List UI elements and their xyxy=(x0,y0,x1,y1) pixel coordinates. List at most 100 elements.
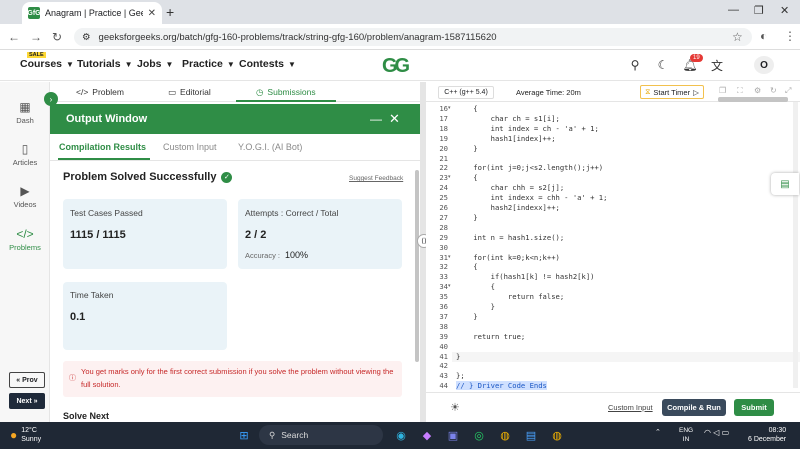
weather-widget[interactable]: ● 12°C Sunny xyxy=(10,426,41,444)
back-icon[interactable]: ← xyxy=(8,30,20,44)
edge-icon[interactable]: ◉ xyxy=(393,427,409,443)
bookmark-star-icon[interactable]: ☆ xyxy=(732,30,743,44)
dark-mode-icon[interactable]: ☾ xyxy=(655,57,671,73)
url-bar[interactable]: ⚙ geeksforgeeks.org/batch/gfg-160-proble… xyxy=(74,28,752,46)
prev-problem-button[interactable]: « Prov xyxy=(9,372,45,388)
site-favicon: GfG xyxy=(27,7,41,19)
profile-icon[interactable]: ◐ xyxy=(760,29,767,43)
browser-tab[interactable]: GfG Anagram | Practice | GeeksforG ✕ xyxy=(22,2,162,24)
fold-arrow-icon[interactable]: ▾ xyxy=(448,254,451,260)
close-tab-icon[interactable]: ✕ xyxy=(148,8,156,19)
settings-icon[interactable]: ⚙ xyxy=(754,86,761,95)
code-line: hash2[indexx]++; xyxy=(456,203,560,212)
expand-icon[interactable]: ⤢ xyxy=(785,86,791,96)
system-tray-chevron-icon[interactable]: ⌃ xyxy=(655,428,661,436)
user-avatar[interactable]: O xyxy=(754,56,774,74)
chrome-active-icon[interactable]: ◍ xyxy=(549,427,565,443)
close-window-icon[interactable]: ✕ xyxy=(780,4,789,17)
whatsapp-icon[interactable]: ◎ xyxy=(471,427,487,443)
submit-button[interactable]: Submit xyxy=(734,399,774,416)
tab-yogi-ai-bot[interactable]: Y.O.G.I. (AI Bot) xyxy=(238,142,302,152)
forward-icon[interactable]: → xyxy=(30,30,42,44)
timer-icon: ⧖ xyxy=(645,87,651,96)
windows-start-icon[interactable]: ⊞ xyxy=(236,427,252,443)
input-language[interactable]: ENG IN xyxy=(679,426,693,444)
line-number: 42 xyxy=(439,361,448,371)
line-number: 25 xyxy=(439,193,448,203)
line-number: 37 xyxy=(439,311,448,321)
code-line: for(int k=0;k<n;k++) xyxy=(456,252,560,262)
minimize-window-icon[interactable]: — xyxy=(728,4,739,16)
taskbar-clock[interactable]: 08:30 6 December xyxy=(748,426,786,444)
tab-problem[interactable]: </> Problem xyxy=(76,87,124,97)
taskbar-search[interactable]: ⚲ Search xyxy=(259,425,383,445)
tab-custom-input[interactable]: Custom Input xyxy=(163,142,217,152)
rail-item-problems[interactable]: </> Problems xyxy=(0,227,50,252)
code-line: char ch = s1[i]; xyxy=(456,113,560,123)
fold-arrow-icon[interactable]: ▾ xyxy=(448,174,451,180)
line-number: 36 xyxy=(439,302,448,311)
chat-icon[interactable]: ▤ xyxy=(771,173,799,195)
site-info-icon[interactable]: ⚙ xyxy=(82,32,91,43)
line-number: 24 xyxy=(439,183,448,193)
code-line: int index = ch - 'a' + 1; xyxy=(456,123,599,133)
start-timer-button[interactable]: ⧖ Start Timer ▷ xyxy=(640,85,704,99)
menu-practice[interactable]: Practice ▼ xyxy=(182,58,235,70)
tab-editorial[interactable]: ▭ Editorial xyxy=(168,87,211,98)
language-select[interactable]: C++ (g++ 5.4) xyxy=(438,86,494,99)
reload-icon[interactable]: ↻ xyxy=(52,30,62,44)
browser-menu-icon[interactable]: ⋮ xyxy=(784,29,796,43)
menu-courses[interactable]: Courses ▼ xyxy=(20,58,74,70)
suggest-feedback-link[interactable]: Suggest Feedback xyxy=(349,175,403,182)
weather-condition: Sunny xyxy=(21,436,42,443)
teams-icon[interactable]: ▣ xyxy=(445,427,461,443)
active-tab-indicator xyxy=(236,100,336,102)
line-number: 31 xyxy=(439,252,448,262)
code-icon: </> xyxy=(16,227,34,241)
fullscreen-icon[interactable]: ⛶ xyxy=(737,86,743,96)
code-line: hash1[index]++; xyxy=(456,133,556,143)
chrome-icon[interactable]: ◍ xyxy=(497,427,513,443)
next-problem-button[interactable]: Next » xyxy=(9,393,45,409)
info-icon: ⓘ xyxy=(69,375,76,382)
line-number: 35 xyxy=(439,292,448,302)
rail-item-articles[interactable]: ▯ Articles xyxy=(0,142,50,167)
code-editor[interactable] xyxy=(426,102,800,390)
copilot-icon[interactable]: ◆ xyxy=(419,427,435,443)
reset-icon[interactable]: ↻ xyxy=(770,86,777,95)
output-scrollbar[interactable] xyxy=(415,170,419,362)
theme-sun-icon[interactable]: ☀ xyxy=(450,401,460,414)
fold-arrow-icon[interactable]: ▾ xyxy=(448,105,451,111)
clock-icon: ◷ xyxy=(256,87,264,97)
wifi-volume-battery-icon[interactable]: ◠ ◁ ▭ xyxy=(704,428,729,437)
fold-arrow-icon[interactable]: ▾ xyxy=(448,283,451,289)
menu-contests[interactable]: Contests ▼ xyxy=(239,58,296,70)
editorial-icon: ▭ xyxy=(168,87,177,97)
chevron-down-icon: ▼ xyxy=(124,59,133,69)
rail-item-videos[interactable]: ▶ Videos xyxy=(0,184,50,209)
tab-submissions[interactable]: ◷ Submissions xyxy=(256,87,316,98)
code-icon: </> xyxy=(76,87,89,97)
store-icon[interactable]: ▤ xyxy=(523,427,539,443)
maximize-window-icon[interactable]: ❐ xyxy=(754,4,764,17)
compile-run-button[interactable]: Compile & Run xyxy=(662,399,726,416)
status-heading: Problem Solved Successfully ✓ xyxy=(63,171,233,183)
gfg-logo[interactable]: GG xyxy=(382,55,410,78)
rail-item-dash[interactable]: ▦ Dash xyxy=(0,100,50,125)
code-line: }; xyxy=(456,371,465,381)
menu-jobs[interactable]: Jobs ▼ xyxy=(137,58,173,70)
minimize-icon[interactable]: — xyxy=(370,112,382,126)
menu-tutorials[interactable]: Tutorials ▼ xyxy=(77,58,132,70)
line-number: 40 xyxy=(439,341,448,351)
code-line: // } Driver Code Ends xyxy=(456,381,547,391)
tab-compilation-results[interactable]: Compilation Results xyxy=(59,142,146,152)
close-icon[interactable]: ✕ xyxy=(389,111,400,127)
solve-next-heading: Solve Next xyxy=(63,411,110,421)
copy-icon[interactable]: ❐ xyxy=(719,86,726,95)
line-number: 26 xyxy=(439,203,448,212)
editor-vertical-scrollbar[interactable] xyxy=(793,102,798,388)
translate-icon[interactable]: 文 xyxy=(709,57,725,73)
custom-input-link[interactable]: Custom Input xyxy=(608,403,653,412)
search-icon[interactable]: ⚲ xyxy=(627,57,643,73)
new-tab-icon[interactable]: + xyxy=(166,4,174,20)
